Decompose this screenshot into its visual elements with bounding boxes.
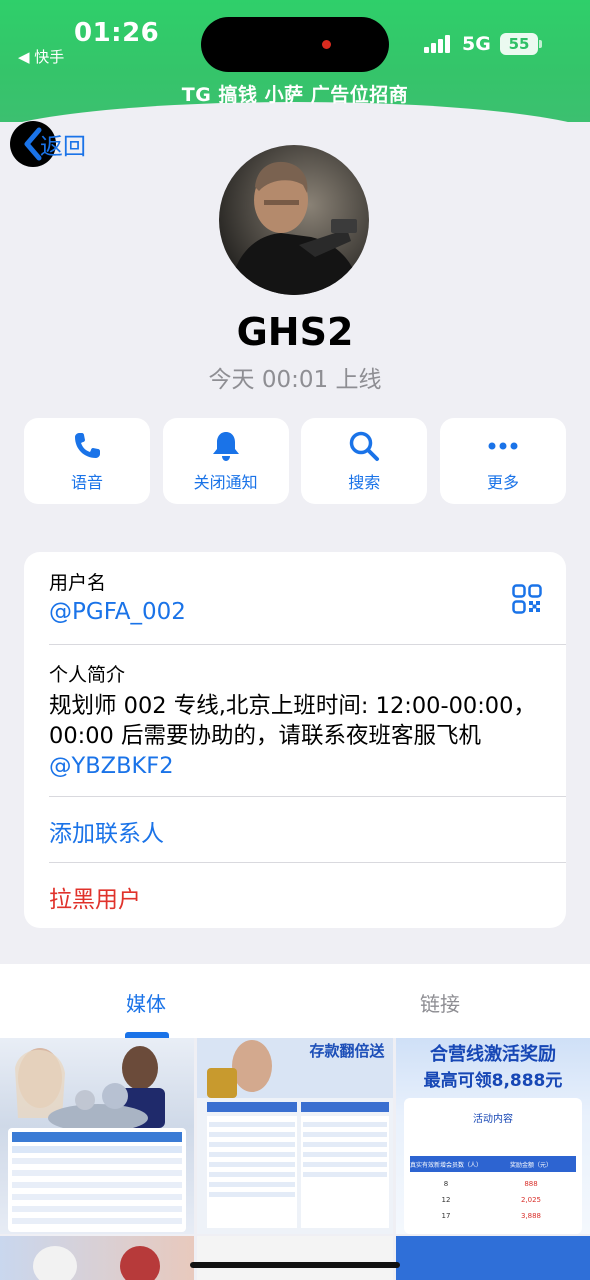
status-time: 01:26 bbox=[74, 18, 160, 48]
username-row[interactable]: 用户名 @PGFA_002 bbox=[24, 568, 566, 625]
tile-subtitle: 最高可领8,888元 bbox=[424, 1070, 563, 1091]
more-label: 更多 bbox=[486, 473, 519, 492]
tile-row-count: 17 bbox=[442, 1212, 451, 1220]
more-button[interactable]: 更多 bbox=[439, 418, 566, 504]
search-button[interactable]: 搜索 bbox=[301, 418, 428, 504]
tile-title: 合营线激活奖励 bbox=[430, 1043, 556, 1065]
profile-name: GHS2 bbox=[236, 310, 354, 354]
bio-label: 个人简介 bbox=[49, 664, 126, 686]
media-grid: 存款翻倍送 合营线激活奖励 最高可领8,888元 活动内容 真实有效新增会员数（… bbox=[0, 1038, 590, 1280]
last-seen-status: 今天 00:01 上线 bbox=[208, 367, 382, 393]
divider bbox=[49, 862, 566, 863]
tile-row-amount: 3,888 bbox=[521, 1212, 541, 1220]
bio-row: 个人简介 规划师 002 专线,北京上班时间: 12:00-00:00，00:0… bbox=[24, 660, 566, 781]
media-thumbnail[interactable]: 合营线激活奖励 最高可领8,888元 活动内容 真实有效新增会员数（人） 奖励金… bbox=[396, 1038, 590, 1234]
username-label: 用户名 bbox=[49, 572, 107, 594]
dynamic-island bbox=[201, 17, 389, 72]
media-tabs: 媒体 链接 bbox=[0, 964, 590, 1038]
tile-row-count: 12 bbox=[442, 1196, 451, 1204]
bio-mention-link[interactable]: @YBZBKF2 bbox=[49, 753, 174, 779]
ad-banner-text[interactable]: TG 搞钱 小萨 广告位招商 bbox=[0, 80, 590, 107]
media-thumbnail[interactable] bbox=[0, 1038, 194, 1234]
add-contact-button[interactable]: 添加联系人 bbox=[24, 814, 566, 848]
signal-icon bbox=[424, 35, 454, 53]
tile-row-count: 8 bbox=[444, 1180, 448, 1188]
recording-indicator bbox=[322, 40, 331, 49]
tile-title: 存款翻倍送 bbox=[309, 1042, 385, 1060]
divider bbox=[49, 796, 566, 797]
info-card: 用户名 @PGFA_002 个人简介 规划师 002 专线,北京上班时间: 12… bbox=[24, 552, 566, 928]
media-thumbnail[interactable] bbox=[0, 1236, 194, 1280]
mute-notifications-label: 关闭通知 bbox=[193, 473, 258, 492]
bio-body: 规划师 002 专线,北京上班时间: 12:00-00:00，00:00 后需要… bbox=[49, 693, 536, 749]
phone-icon bbox=[75, 433, 100, 458]
tile-col1: 真实有效新增会员数（人） bbox=[410, 1161, 482, 1169]
network-type: 5G bbox=[462, 33, 491, 55]
tile-row-amount: 888 bbox=[524, 1180, 537, 1188]
media-thumbnail[interactable] bbox=[396, 1236, 590, 1280]
more-icon bbox=[488, 442, 518, 450]
tile-col2: 奖励金额（元） bbox=[510, 1161, 552, 1169]
bell-icon bbox=[212, 432, 239, 461]
action-buttons: 语音 关闭通知 搜索 更多 bbox=[24, 418, 566, 504]
media-thumbnail[interactable]: 存款翻倍送 bbox=[197, 1038, 393, 1234]
divider bbox=[49, 644, 566, 645]
avatar[interactable] bbox=[219, 145, 369, 295]
search-label: 搜索 bbox=[348, 473, 381, 492]
bio-text: 规划师 002 专线,北京上班时间: 12:00-00:00，00:00 后需要… bbox=[49, 691, 566, 781]
tab-media[interactable]: 媒体 bbox=[126, 988, 166, 1017]
block-user-button[interactable]: 拉黑用户 bbox=[24, 880, 566, 914]
back-to-app-link[interactable]: ◀ 快手 bbox=[18, 46, 64, 67]
tile-section: 活动内容 bbox=[473, 1112, 513, 1125]
tile-row-amount: 2,025 bbox=[521, 1196, 541, 1204]
tab-links[interactable]: 链接 bbox=[420, 988, 460, 1017]
media-thumbnail[interactable] bbox=[197, 1236, 393, 1280]
voice-call-button[interactable]: 语音 bbox=[24, 418, 150, 504]
back-button[interactable]: 返回 bbox=[10, 121, 86, 167]
username-value[interactable]: @PGFA_002 bbox=[49, 599, 566, 625]
mute-notifications-button[interactable]: 关闭通知 bbox=[162, 418, 289, 504]
home-indicator[interactable] bbox=[190, 1262, 400, 1268]
back-label: 返回 bbox=[40, 134, 86, 160]
banner-curve bbox=[0, 102, 590, 142]
search-icon bbox=[350, 431, 380, 461]
qr-code-icon[interactable] bbox=[512, 584, 542, 614]
battery-icon: 55 bbox=[500, 33, 542, 55]
voice-call-label: 语音 bbox=[70, 473, 103, 492]
